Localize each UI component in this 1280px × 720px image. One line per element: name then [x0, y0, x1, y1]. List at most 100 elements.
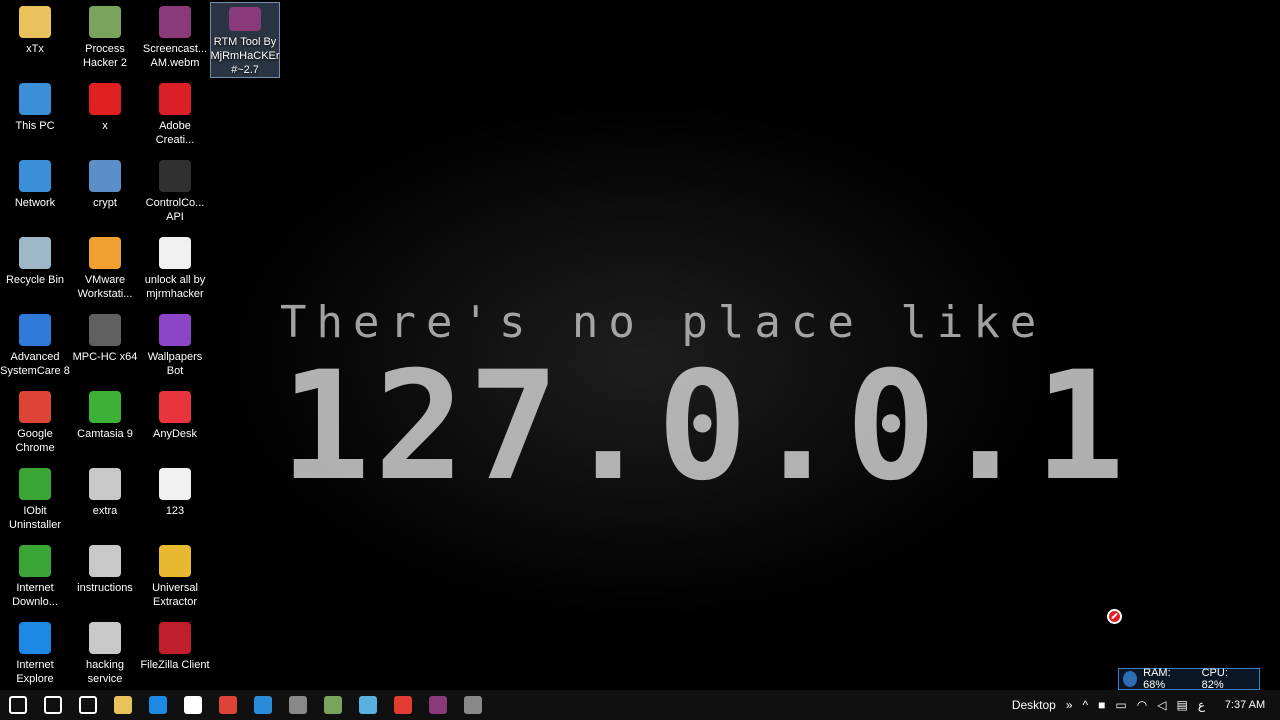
desktop-icon[interactable]: xTx: [0, 2, 70, 78]
taskbar-chrome[interactable]: [210, 690, 245, 720]
process-hacker-icon: [89, 6, 121, 38]
desktop-icon[interactable]: FileZilla Client: [140, 618, 210, 690]
desktop-icon[interactable]: ControlCo... API: [140, 156, 210, 232]
winrar-archive-icon: [159, 6, 191, 38]
clock[interactable]: 7:37 AM: [1210, 699, 1280, 711]
taskbar-search[interactable]: [35, 690, 70, 720]
desktop-icon-label: VMware Workstati...: [77, 274, 133, 300]
desktop-icon[interactable]: hacking service: [70, 618, 140, 690]
taskbar-edge[interactable]: [140, 690, 175, 720]
action-center-icon[interactable]: ▤: [1176, 698, 1187, 712]
desktop[interactable]: There's no place like 127.0.0.1 xTx This …: [0, 0, 1280, 690]
winrar-archive-icon: [229, 7, 261, 31]
tray-cat-icon[interactable]: ■: [1098, 698, 1105, 712]
file-explorer-icon: [113, 696, 132, 714]
taskbar-camtasia-recorder[interactable]: [385, 690, 420, 720]
desktop-icon[interactable]: Network: [0, 156, 70, 232]
desktop-icon-label: MPC-HC x64: [72, 351, 138, 363]
desktop-icon-label: extra: [92, 505, 118, 517]
taskbar-notepad[interactable]: [350, 690, 385, 720]
desktop-icon[interactable]: x: [70, 79, 140, 155]
desktop-icon[interactable]: extra: [70, 464, 140, 540]
desktop-icon[interactable]: unlock all by mjrmhacker: [140, 233, 210, 309]
input-language[interactable]: ع: [1198, 698, 1205, 712]
desktop-icon-label: xTx: [26, 43, 44, 55]
anydesk-icon: [159, 391, 191, 423]
desktop-icon[interactable]: MPC-HC x64: [70, 310, 140, 386]
volume-icon[interactable]: ◁: [1157, 698, 1166, 712]
desktop-icon-label: Internet Explore: [16, 659, 54, 685]
notepad-icon: [358, 696, 377, 714]
task-view-icon: [78, 696, 97, 714]
adobe-cc-icon: [159, 83, 191, 115]
desktop-icon-label: crypt: [93, 197, 117, 209]
desktop-icon[interactable]: Camtasia 9: [70, 387, 140, 463]
desktop-icon[interactable]: VMware Workstati...: [70, 233, 140, 309]
taskbar-process-hacker[interactable]: [315, 690, 350, 720]
wallpaper-line2: 127.0.0.1: [280, 340, 1129, 514]
chrome-icon: [19, 391, 51, 423]
desktop-icon[interactable]: Advanced SystemCare 8: [0, 310, 70, 386]
taskbar-winrar[interactable]: [420, 690, 455, 720]
desktop-icon[interactable]: Internet Explore: [0, 618, 70, 690]
generic-file-icon: [89, 622, 121, 654]
taskbar: Desktop » ^ ■ ▭ ◠ ◁ ▤ ع 7:37 AM: [0, 690, 1280, 720]
wallpaper: There's no place like 127.0.0.1: [280, 298, 1129, 514]
desktop-icon-label: Universal Extractor: [152, 582, 198, 608]
taskbar-ccleaner[interactable]: [245, 690, 280, 720]
desktop-icon[interactable]: Screencast... AM.webm: [140, 2, 210, 78]
search-icon: [43, 696, 62, 714]
desktop-icon[interactable]: IObit Uninstaller: [0, 464, 70, 540]
desktop-icon-label: RTM Tool By MjRmHaCKEr #~2.7: [210, 36, 280, 76]
show-hidden-icons-icon[interactable]: ^: [1083, 698, 1089, 712]
desktop-icon[interactable]: RTM Tool By MjRmHaCKEr #~2.7: [210, 2, 280, 78]
desktop-icon-label: hacking service: [86, 659, 124, 685]
start-icon: [8, 696, 27, 714]
battery-icon[interactable]: ▭: [1115, 698, 1126, 712]
stop-sign-icon: [89, 83, 121, 115]
computer-icon: [19, 83, 51, 115]
desktop-icon[interactable]: Recycle Bin: [0, 233, 70, 309]
taskbar-task-view[interactable]: [70, 690, 105, 720]
desktop-icon[interactable]: 123: [140, 464, 210, 540]
desktop-icon-label: Network: [14, 197, 56, 209]
desktop-icon[interactable]: Adobe Creati...: [140, 79, 210, 155]
system-monitor-widget[interactable]: RAM: 68% CPU: 82%: [1118, 667, 1260, 690]
desktop-icon-label: unlock all by mjrmhacker: [144, 274, 206, 300]
desktop-icon-label: FileZilla Client: [140, 659, 210, 671]
taskbar-cat-2[interactable]: [455, 690, 490, 720]
toolbar-expand-icon[interactable]: »: [1066, 698, 1073, 712]
desktop-icon[interactable]: Google Chrome: [0, 387, 70, 463]
desktop-icon[interactable]: Internet Downlo...: [0, 541, 70, 617]
desktop-icon-label: This PC: [15, 120, 55, 132]
mpc-hc-icon: [89, 314, 121, 346]
desktop-icon[interactable]: crypt: [70, 156, 140, 232]
ccleaner-icon: [253, 696, 272, 714]
desktop-icon-label: AnyDesk: [152, 428, 198, 440]
text-document-icon: [159, 468, 191, 500]
wifi-icon[interactable]: ◠: [1137, 698, 1147, 712]
taskbar-cat[interactable]: [280, 690, 315, 720]
desktop-icon[interactable]: Universal Extractor: [140, 541, 210, 617]
store-icon: [183, 696, 202, 714]
desktop-icon[interactable]: AnyDesk: [140, 387, 210, 463]
desktop-icon[interactable]: instructions: [70, 541, 140, 617]
taskbar-apps: [0, 690, 490, 720]
desktop-icon-label: Advanced SystemCare 8: [0, 351, 70, 377]
desktop-toolbar[interactable]: Desktop: [1012, 698, 1056, 712]
desktop-icon-label: Adobe Creati...: [155, 120, 195, 146]
desktop-icon[interactable]: Wallpapers Bot: [140, 310, 210, 386]
network-icon: [19, 160, 51, 192]
desktop-icon[interactable]: Process Hacker 2: [70, 2, 140, 78]
desktop-icon[interactable]: This PC: [0, 79, 70, 155]
desktop-icon-label: x: [102, 120, 108, 132]
monitor-icon: [1123, 671, 1138, 687]
taskbar-start[interactable]: [0, 690, 35, 720]
camtasia-recorder-icon: [393, 696, 412, 714]
taskbar-store[interactable]: [175, 690, 210, 720]
recycle-bin-icon: [19, 237, 51, 269]
chrome-icon: [218, 696, 237, 714]
taskbar-file-explorer[interactable]: [105, 690, 140, 720]
playstation-icon: [159, 160, 191, 192]
desktop-icon-label: Camtasia 9: [77, 428, 133, 440]
